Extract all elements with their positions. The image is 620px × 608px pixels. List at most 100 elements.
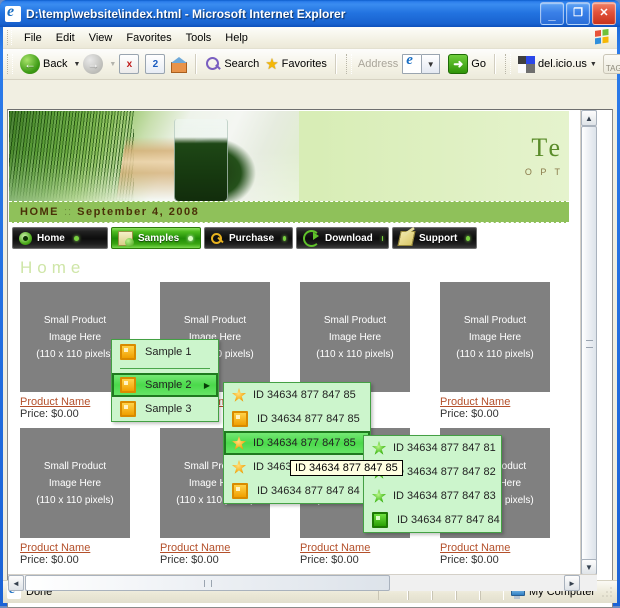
close-button[interactable]: ✕ — [592, 2, 616, 25]
go-button[interactable]: ➜ Go — [440, 52, 489, 76]
product-name-link[interactable]: Product Name — [160, 542, 300, 554]
menu-item-id-81[interactable]: ID 34634 877 847 81 — [364, 436, 501, 460]
menu-item-id-3[interactable]: ID 34634 877 847 85 ▶ — [224, 431, 370, 455]
pencil-icon — [397, 231, 415, 246]
thumb-line-1: Small Product — [324, 312, 386, 329]
orange-square-icon — [120, 344, 136, 360]
thumb-line-2: Image Here — [49, 475, 101, 492]
delicious-caret-icon[interactable]: ▼ — [590, 61, 597, 68]
green-square-icon — [372, 512, 388, 528]
product-name-link[interactable]: Product Name — [440, 396, 580, 408]
product-name-link[interactable]: Product Name — [300, 542, 440, 554]
window-title: D:\temp\website\index.html - Microsoft I… — [26, 7, 540, 21]
search-icon — [205, 56, 221, 72]
orange-square-icon — [120, 401, 136, 417]
product-price: Price: $0.00 — [440, 554, 580, 566]
menu-edit[interactable]: Edit — [49, 30, 82, 46]
site-navigation: Home Samples Purchase — [12, 227, 597, 249]
ie-browser-window: D:\temp\website\index.html - Microsoft I… — [0, 0, 620, 606]
menu-help[interactable]: Help — [218, 30, 255, 46]
delicious-button[interactable]: del.icio.us ▼ — [515, 52, 600, 76]
breadcrumb-home[interactable]: HOME — [20, 206, 59, 218]
menu-item-sample-3[interactable]: Sample 3 — [112, 397, 218, 421]
scroll-left-button[interactable]: ◄ — [8, 575, 24, 591]
favorites-label: Favorites — [282, 58, 327, 70]
menu-favorites[interactable]: Favorites — [119, 30, 178, 46]
stop-button[interactable]: x — [116, 52, 142, 76]
breadcrumb-separator: :: — [64, 206, 72, 218]
menu-item-id-1[interactable]: ID 34634 877 847 85 — [224, 383, 370, 407]
horizontal-scroll-thumb[interactable] — [25, 575, 390, 591]
product-thumbnail[interactable]: Small Product Image Here (110 x 110 pixe… — [300, 282, 410, 392]
favorites-button[interactable]: ★ Favorites — [262, 52, 330, 76]
ie-logo-icon — [5, 6, 21, 22]
window-client-area: File Edit View Favorites Tools Help ← Ba… — [3, 27, 617, 603]
back-label: Back — [43, 58, 67, 70]
product-thumbnail[interactable]: Small Product Image Here (110 x 110 pixe… — [20, 428, 130, 538]
address-page-icon — [402, 54, 422, 74]
forward-button[interactable]: → — [80, 52, 106, 76]
submenu-ids-level3: ID 34634 877 847 81 ID 34634 877 847 82 … — [363, 435, 502, 533]
page-horizontal-scrollbar[interactable]: ◄ ► — [8, 574, 597, 591]
address-bar-grip[interactable] — [346, 54, 352, 74]
forward-history-caret-icon[interactable]: ▼ — [109, 61, 116, 68]
toolbar-grip[interactable] — [7, 54, 13, 74]
nav-tab-purchase[interactable]: Purchase — [204, 227, 293, 249]
nav-tab-support[interactable]: Support — [392, 227, 477, 249]
menu-item-label: ID 34634 877 847 84 — [257, 485, 362, 497]
product-name-link[interactable]: Product Name — [20, 542, 160, 554]
menubar-grip[interactable] — [7, 30, 12, 45]
address-input[interactable]: ▼ — [402, 54, 440, 74]
menu-item-id-5[interactable]: ID 34634 877 847 84 — [224, 479, 370, 503]
house-icon — [171, 57, 187, 72]
vertical-scroll-thumb[interactable] — [581, 126, 597, 561]
product-name-link[interactable]: Product Name — [440, 542, 580, 554]
menu-bar: File Edit View Favorites Tools Help — [3, 27, 617, 49]
nav-tab-download-label: Download — [325, 233, 373, 244]
back-button[interactable]: ← Back — [17, 52, 70, 76]
menu-file[interactable]: File — [17, 30, 49, 46]
search-button[interactable]: Search — [202, 52, 262, 76]
product-card: Small Product Image Here (110 x 110 pixe… — [20, 428, 160, 566]
minimize-button[interactable]: _ — [540, 2, 564, 25]
back-history-caret-icon[interactable]: ▼ — [73, 61, 80, 68]
star-icon: ★ — [265, 57, 278, 72]
menu-item-id-2[interactable]: ID 34634 877 847 85 — [224, 407, 370, 431]
menu-item-sample-2[interactable]: Sample 2 ▶ — [112, 373, 218, 397]
thumb-line-2: Image Here — [329, 329, 381, 346]
nav-tab-samples-label: Samples — [138, 233, 179, 244]
product-price: Price: $0.00 — [160, 554, 300, 566]
thumb-line-1: Small Product — [44, 312, 106, 329]
nav-tab-samples[interactable]: Samples — [111, 227, 201, 249]
thumb-line-2: Image Here — [469, 329, 521, 346]
page-vertical-scrollbar[interactable]: ▲ ▼ — [580, 110, 597, 591]
resize-grip[interactable] — [601, 585, 615, 599]
refresh-arrow-icon — [303, 230, 320, 247]
maximize-button[interactable]: ❐ — [566, 2, 590, 25]
page-viewport: Te O P T HOME :: September 4, 2008 Home — [7, 109, 613, 608]
submenu-ids-level2: ID 34634 877 847 85 ID 34634 877 847 85 … — [223, 382, 371, 504]
search-label: Search — [224, 58, 259, 70]
address-dropdown-icon[interactable]: ▼ — [422, 54, 440, 74]
thumb-line-1: Small Product — [44, 458, 106, 475]
nav-tab-support-label: Support — [419, 233, 457, 244]
menu-view[interactable]: View — [82, 30, 120, 46]
menu-item-label: ID 34634 877 847 85 — [257, 413, 362, 425]
menu-item-sample-1[interactable]: Sample 1 — [112, 340, 218, 364]
menu-item-id-83[interactable]: ID 34634 877 847 83 — [364, 484, 501, 508]
scroll-right-button[interactable]: ► — [564, 575, 580, 591]
thumb-line-3: (110 x 110 pixels) — [36, 492, 113, 509]
home-button[interactable] — [168, 52, 190, 76]
menu-item-id-84[interactable]: ID 34634 877 847 84 — [364, 508, 501, 532]
refresh-button[interactable]: 2 — [142, 52, 168, 76]
scroll-up-button[interactable]: ▲ — [581, 110, 597, 126]
tag-button[interactable]: TAG — [600, 52, 620, 76]
delicious-grip[interactable] — [505, 54, 511, 74]
menu-tools[interactable]: Tools — [179, 30, 219, 46]
nav-tab-home[interactable]: Home — [12, 227, 108, 249]
nav-tab-download[interactable]: Download — [296, 227, 389, 249]
toolbar-separator-2 — [335, 54, 337, 74]
scroll-down-button[interactable]: ▼ — [581, 559, 597, 575]
product-thumbnail[interactable]: Small Product Image Here (110 x 110 pixe… — [440, 282, 550, 392]
dropdown-menu-samples: Sample 1 Sample 2 ▶ Sample 3 — [111, 339, 219, 422]
